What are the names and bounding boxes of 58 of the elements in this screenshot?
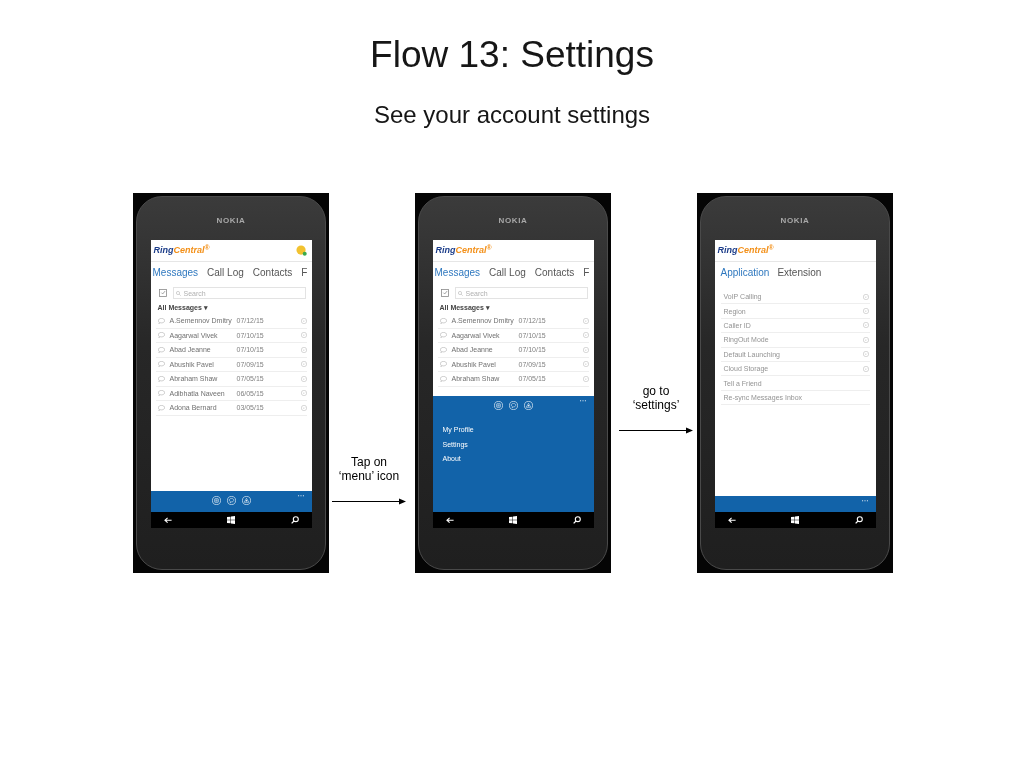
- tab[interactable]: Call Log: [207, 266, 244, 279]
- search-icon: [457, 290, 463, 296]
- triangle-circle-icon[interactable]: [523, 401, 533, 410]
- chevron-circle-icon[interactable]: [300, 404, 307, 411]
- brand-label: NOKIA: [216, 217, 246, 225]
- brand-label: NOKIA: [780, 217, 810, 225]
- tab[interactable]: Application: [720, 266, 770, 279]
- triangle-circle-icon[interactable]: [241, 496, 251, 505]
- windows-logo-icon[interactable]: [791, 516, 799, 524]
- chevron-circle-icon[interactable]: [582, 375, 589, 382]
- search-icon[interactable]: [572, 516, 581, 524]
- chevron-circle-icon[interactable]: [862, 322, 869, 329]
- brand-logo: RingCentral$^{®}$: [435, 246, 492, 255]
- tab[interactable]: Extension: [777, 266, 822, 279]
- check-square-icon[interactable]: [158, 289, 167, 297]
- chevron-circle-icon[interactable]: [300, 361, 307, 368]
- tab[interactable]: Messages: [152, 266, 199, 279]
- search-icon: [175, 290, 181, 296]
- chat-circle-icon[interactable]: [508, 401, 518, 410]
- slide-subtitle: See your account settings: [373, 100, 651, 130]
- chevron-circle-icon[interactable]: [862, 336, 869, 343]
- chevron-circle-icon[interactable]: [582, 361, 589, 368]
- chevron-circle-icon[interactable]: [300, 346, 307, 353]
- list-circle-icon[interactable]: [211, 496, 221, 505]
- back-arrow-icon[interactable]: [727, 516, 736, 524]
- list-circle-icon[interactable]: [493, 401, 503, 410]
- avatar-icon[interactable]: [295, 245, 307, 256]
- chevron-circle-icon[interactable]: [300, 332, 307, 339]
- chevron-circle-icon[interactable]: [582, 332, 589, 339]
- brand-logo: RingCentral$^{®}$: [153, 246, 210, 255]
- chevron-circle-icon[interactable]: [300, 375, 307, 382]
- chevron-circle-icon[interactable]: [300, 317, 307, 324]
- chat-circle-icon[interactable]: [226, 496, 236, 505]
- chevron-circle-icon[interactable]: [582, 346, 589, 353]
- tab[interactable]: Call Log: [489, 266, 526, 279]
- tab[interactable]: Contacts: [534, 266, 575, 279]
- chevron-circle-icon[interactable]: [300, 390, 307, 397]
- tab[interactable]: F: [583, 266, 590, 279]
- chevron-circle-icon[interactable]: [862, 308, 869, 315]
- brand-logo: RingCentral$^{®}$: [717, 246, 774, 255]
- chevron-circle-icon[interactable]: [862, 293, 869, 300]
- chevron-circle-icon[interactable]: [862, 351, 869, 358]
- search-icon[interactable]: [290, 516, 299, 524]
- chevron-circle-icon[interactable]: [862, 365, 869, 372]
- windows-logo-icon[interactable]: [509, 516, 517, 524]
- check-square-icon[interactable]: [440, 289, 449, 297]
- step-label: go to ‘settings’: [632, 384, 680, 412]
- step-label: Tap on ‘menu’ icon: [338, 455, 400, 483]
- search-icon[interactable]: [854, 516, 863, 524]
- back-arrow-icon[interactable]: [163, 516, 172, 524]
- slide-title: Flow 13: Settings: [370, 33, 654, 77]
- brand-label: NOKIA: [498, 217, 528, 225]
- chevron-circle-icon[interactable]: [582, 317, 589, 324]
- back-arrow-icon[interactable]: [445, 516, 454, 524]
- tab[interactable]: F: [301, 266, 308, 279]
- windows-logo-icon[interactable]: [227, 516, 235, 524]
- tab[interactable]: Contacts: [252, 266, 293, 279]
- tab[interactable]: Messages: [434, 266, 481, 279]
